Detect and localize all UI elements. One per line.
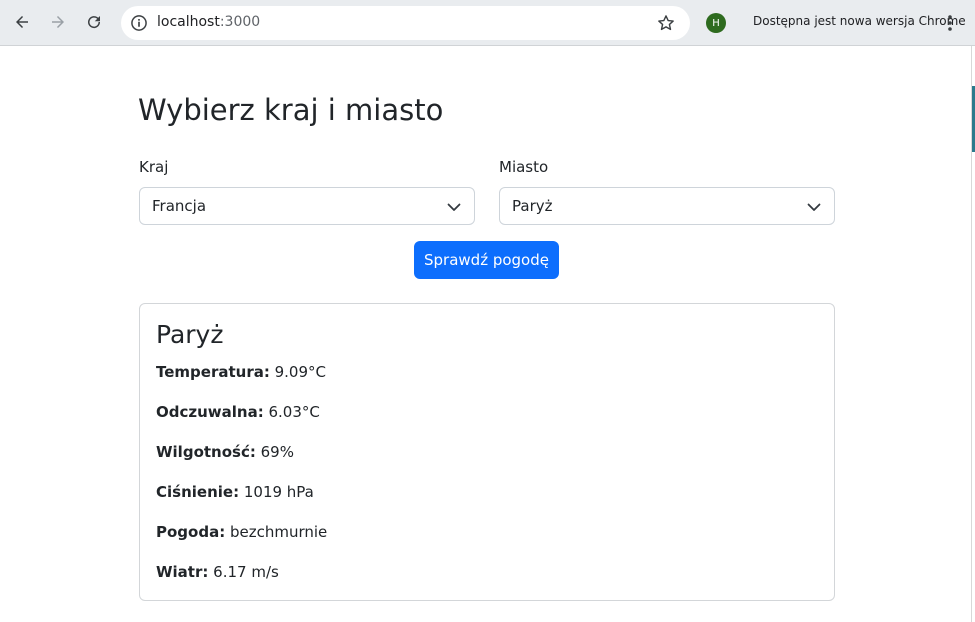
forward-icon[interactable] [44, 8, 72, 36]
row-value: 9.09°C [274, 363, 326, 381]
url-host: localhost [157, 14, 220, 30]
menu-kebab-icon[interactable] [942, 12, 958, 34]
chevron-down-icon [447, 203, 461, 211]
city-label: Miasto [499, 158, 549, 176]
weather-row-wind: Wiatr: 6.17 m/s [156, 563, 279, 581]
profile-avatar[interactable]: H [706, 13, 726, 33]
row-label: Ciśnienie: [156, 483, 240, 501]
chrome-update-notice[interactable]: Dostępna jest nowa wersja Chrome [753, 14, 966, 28]
row-value: bezchmurnie [229, 523, 328, 541]
weather-row-humidity: Wilgotność: 69% [156, 443, 294, 461]
page-edge [971, 46, 975, 622]
url-text: localhost:3000 [157, 14, 260, 30]
bookmark-star-icon[interactable] [656, 13, 676, 33]
row-value: 6.17 m/s [213, 563, 279, 581]
chevron-down-icon [807, 203, 821, 211]
country-select-value: Francja [152, 197, 207, 215]
row-label: Temperatura: [156, 363, 270, 381]
address-bar[interactable]: localhost:3000 [121, 6, 690, 40]
row-value: 6.03°C [268, 403, 320, 421]
weather-row-temperature: Temperatura: 9.09°C [156, 363, 326, 381]
row-label: Wilgotność: [156, 443, 256, 461]
country-label: Kraj [139, 158, 169, 176]
site-info-icon[interactable] [129, 13, 149, 33]
url-port: :3000 [219, 14, 261, 30]
city-select-value: Paryż [512, 197, 553, 215]
city-select[interactable]: Paryż [499, 187, 835, 225]
weather-city-title: Paryż [156, 320, 224, 349]
weather-row-feels-like: Odczuwalna: 6.03°C [156, 403, 320, 421]
row-value: 1019 hPa [243, 483, 314, 501]
weather-row-conditions: Pogoda: bezchmurnie [156, 523, 327, 541]
weather-row-pressure: Ciśnienie: 1019 hPa [156, 483, 314, 501]
back-icon[interactable] [8, 8, 36, 36]
row-value: 69% [260, 443, 294, 461]
country-select[interactable]: Francja [139, 187, 475, 225]
weather-card: Paryż Temperatura: 9.09°C Odczuwalna: 6.… [139, 303, 835, 601]
browser-toolbar: localhost:3000 H Dostępna jest nowa wers… [0, 0, 975, 46]
row-label: Wiatr: [156, 563, 209, 581]
page-title: Wybierz kraj i miasto [138, 93, 444, 127]
reload-icon[interactable] [80, 8, 108, 36]
check-weather-button[interactable]: Sprawdź pogodę [414, 241, 559, 279]
row-label: Pogoda: [156, 523, 226, 541]
row-label: Odczuwalna: [156, 403, 264, 421]
